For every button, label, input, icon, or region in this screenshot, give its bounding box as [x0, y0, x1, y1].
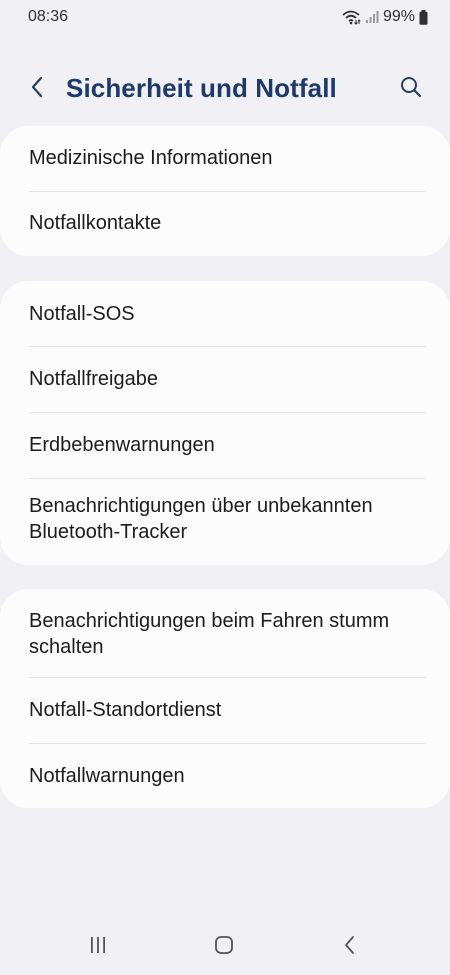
navigation-bar: [0, 920, 450, 975]
list-item-emergency-sos[interactable]: Notfall-SOS: [0, 281, 450, 346]
page-title: Sicherheit und Notfall: [66, 73, 337, 103]
home-button[interactable]: [204, 932, 244, 962]
list-item-earthquake-alerts[interactable]: Erdbebenwarnungen: [0, 413, 450, 478]
list-item-label: Notfallfreigabe: [29, 368, 158, 390]
list-item-label: Erdbebenwarnungen: [29, 434, 215, 456]
status-bar: 08:36 99%: [0, 0, 450, 36]
list-item-label: Benachrichtigungen über unbekannten Blue…: [29, 495, 373, 543]
list-item-emergency-alerts[interactable]: Notfallwarnungen: [0, 744, 450, 808]
nav-back-button[interactable]: [330, 932, 370, 962]
list-item-emergency-sharing[interactable]: Notfallfreigabe: [0, 347, 450, 412]
back-button[interactable]: [22, 74, 52, 104]
list-item-label: Notfallkontakte: [29, 212, 162, 234]
chevron-left-icon: [29, 75, 45, 104]
list-item-medical-info[interactable]: Medizinische Informationen: [0, 126, 450, 191]
list-item-label: Notfall-SOS: [29, 303, 135, 325]
list-item-emergency-contacts[interactable]: Notfallkontakte: [0, 192, 450, 256]
recent-apps-button[interactable]: [78, 932, 118, 962]
settings-group-3: Benachrichtigungen beim Fahren stumm sch…: [0, 589, 450, 808]
back-icon: [344, 935, 356, 960]
list-item-label: Notfallwarnungen: [29, 765, 185, 787]
app-header: Sicherheit und Notfall: [0, 62, 450, 116]
battery-level: 99%: [382, 8, 415, 25]
home-icon: [214, 935, 234, 960]
list-item-label: Medizinische Informationen: [29, 147, 273, 169]
signal-icon: [365, 10, 379, 24]
status-time: 08:36: [28, 8, 69, 25]
status-icons: 99%: [341, 8, 428, 26]
list-item-label: Notfall-Standortdienst: [29, 699, 222, 721]
list-item-unknown-tracker-alerts[interactable]: Benachrichtigungen über unbekannten Blue…: [0, 479, 450, 565]
list-item-label: Benachrichtigungen beim Fahren stumm sch…: [29, 610, 390, 658]
search-icon: [399, 75, 423, 104]
wifi-icon: [341, 9, 361, 25]
list-item-driving-mute[interactable]: Benachrichtigungen beim Fahren stumm sch…: [0, 589, 450, 677]
battery-icon: [419, 9, 428, 25]
recent-apps-icon: [88, 936, 108, 959]
settings-group-2: Notfall-SOS Notfallfreigabe Erdbebenwarn…: [0, 281, 450, 565]
list-item-emergency-location[interactable]: Notfall-Standortdienst: [0, 678, 450, 743]
search-button[interactable]: [396, 74, 426, 104]
settings-group-1: Medizinische Informationen Notfallkontak…: [0, 126, 450, 256]
